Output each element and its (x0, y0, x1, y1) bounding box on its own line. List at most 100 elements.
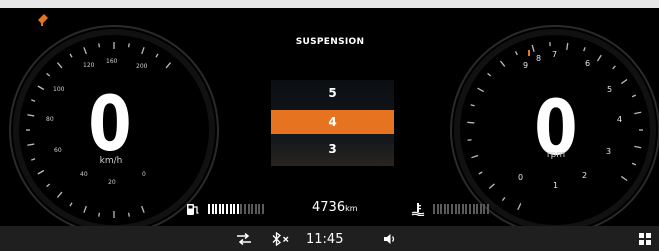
rpm-label-6: 6 (585, 59, 590, 68)
dial-tick (155, 53, 159, 58)
dial-tick (620, 78, 628, 85)
level-segment (458, 204, 461, 214)
dial-tick (46, 183, 51, 188)
grid-apps-icon (639, 233, 651, 245)
level-segment (243, 204, 246, 214)
level-segment (479, 204, 482, 214)
level-segment (258, 204, 261, 214)
rpm-label-0: 0 (518, 173, 523, 182)
rpm-unit: rpm (546, 150, 566, 160)
fuel-gauge (186, 199, 266, 219)
level-segment (208, 204, 210, 214)
dial-tick (56, 62, 63, 69)
dial-tick (141, 205, 145, 213)
dial-tick (514, 51, 518, 56)
fuel-level-bar (208, 204, 266, 214)
bluetooth-status[interactable] (271, 228, 291, 250)
rpm-label-3: 3 (606, 147, 611, 156)
cluster-screen: 120 160 200 100 80 60 40 20 0 9 8 7 6 5 … (0, 0, 659, 251)
speed-label-20: 20 (108, 179, 116, 186)
suspension-level-5[interactable]: 5 (271, 81, 394, 105)
level-segment (229, 204, 232, 214)
level-segment (261, 204, 264, 214)
dial-tick (583, 47, 586, 52)
dial-tick (487, 72, 492, 77)
odometer: 4736km (312, 200, 358, 215)
level-segment (483, 204, 486, 214)
level-segment (450, 204, 453, 214)
rpm-label-1: 1 (553, 181, 558, 190)
level-segment (447, 204, 450, 214)
coolant-temperature-icon (411, 203, 425, 216)
level-segment (472, 204, 475, 214)
level-segment (225, 204, 228, 214)
suspension-level-3[interactable]: 3 (271, 137, 394, 161)
level-segment (468, 204, 471, 214)
apps-button[interactable] (639, 228, 651, 250)
dial-tick (631, 94, 637, 98)
drive-mode-button[interactable] (236, 228, 252, 250)
dial-tick (467, 121, 475, 124)
level-segment (254, 204, 257, 214)
rpm-label-9: 9 (523, 61, 528, 70)
dial-tick (27, 143, 35, 146)
dial-tick (56, 191, 63, 198)
odometer-value: 4736 (312, 200, 346, 215)
dial-tick (517, 203, 522, 211)
dial-tick (83, 47, 87, 55)
dial-tick (46, 72, 51, 77)
drive-mode-icon (237, 233, 251, 245)
speed-label-160: 160 (106, 58, 118, 65)
dial-tick (165, 62, 172, 69)
level-segment (211, 204, 214, 214)
level-segment (440, 204, 443, 214)
dial-tick (631, 162, 637, 166)
speed-label-60: 60 (54, 147, 62, 154)
level-segment (436, 204, 439, 214)
bluetooth-off-icon (272, 232, 289, 246)
volume-button[interactable] (383, 228, 397, 250)
fuel-pump-icon (187, 203, 199, 215)
level-segment (461, 204, 464, 214)
speed-label-40: 40 (80, 171, 88, 178)
level-segment (454, 204, 457, 214)
rpm-label-2: 2 (582, 171, 587, 180)
dial-tick (31, 158, 36, 161)
dial-tick (37, 169, 45, 175)
dial-tick (477, 87, 485, 93)
redline-marker (528, 50, 530, 56)
dial-tick (98, 212, 101, 217)
dial-tick (531, 44, 535, 52)
rpm-label-7: 7 (552, 50, 557, 59)
suspension-level-4[interactable]: 4 (271, 110, 394, 134)
dial-tick (141, 47, 145, 55)
dial-tick (620, 175, 628, 182)
dial-tick (634, 145, 642, 149)
rpm-label-5: 5 (607, 85, 612, 94)
level-segment (476, 204, 479, 214)
level-segment (233, 204, 236, 214)
dial-tick (566, 42, 569, 50)
level-segment (465, 204, 468, 214)
dial-tick (127, 43, 130, 48)
dial-tick (634, 111, 642, 115)
clock: 11:45 (306, 231, 344, 247)
dial-tick (471, 154, 479, 159)
dial-tick (83, 205, 87, 213)
level-segment (215, 204, 218, 214)
dial-tick (69, 202, 73, 207)
level-segment (251, 204, 254, 214)
level-segment (218, 204, 221, 214)
dial-tick (27, 114, 35, 117)
dial-tick (488, 183, 495, 189)
odometer-unit: km (345, 204, 358, 213)
dial-tick (470, 104, 475, 107)
level-segment (236, 204, 239, 214)
dial-tick (596, 54, 602, 62)
speed-label-100: 100 (53, 86, 65, 93)
dial-tick (31, 99, 36, 102)
dial-tick (501, 196, 506, 201)
level-segment (486, 204, 489, 214)
suspension-selector[interactable]: 5 4 3 (271, 80, 394, 166)
key-warning-icon (38, 14, 48, 26)
